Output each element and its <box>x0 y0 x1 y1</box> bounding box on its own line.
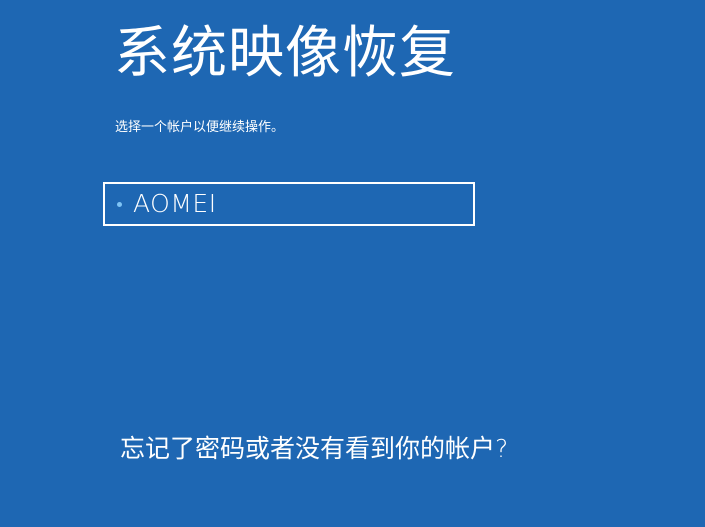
account-list: AOMEI <box>103 182 475 226</box>
forgot-password-link[interactable]: 忘记了密码或者没有看到你的帐户? <box>120 433 508 465</box>
account-item-aomei[interactable]: AOMEI <box>103 182 475 226</box>
account-name: AOMEI <box>133 189 217 218</box>
page-title: 系统映像恢复 <box>114 21 456 86</box>
page-subtitle: 选择一个帐户以便继续操作。 <box>115 120 285 135</box>
bullet-icon <box>117 201 122 207</box>
